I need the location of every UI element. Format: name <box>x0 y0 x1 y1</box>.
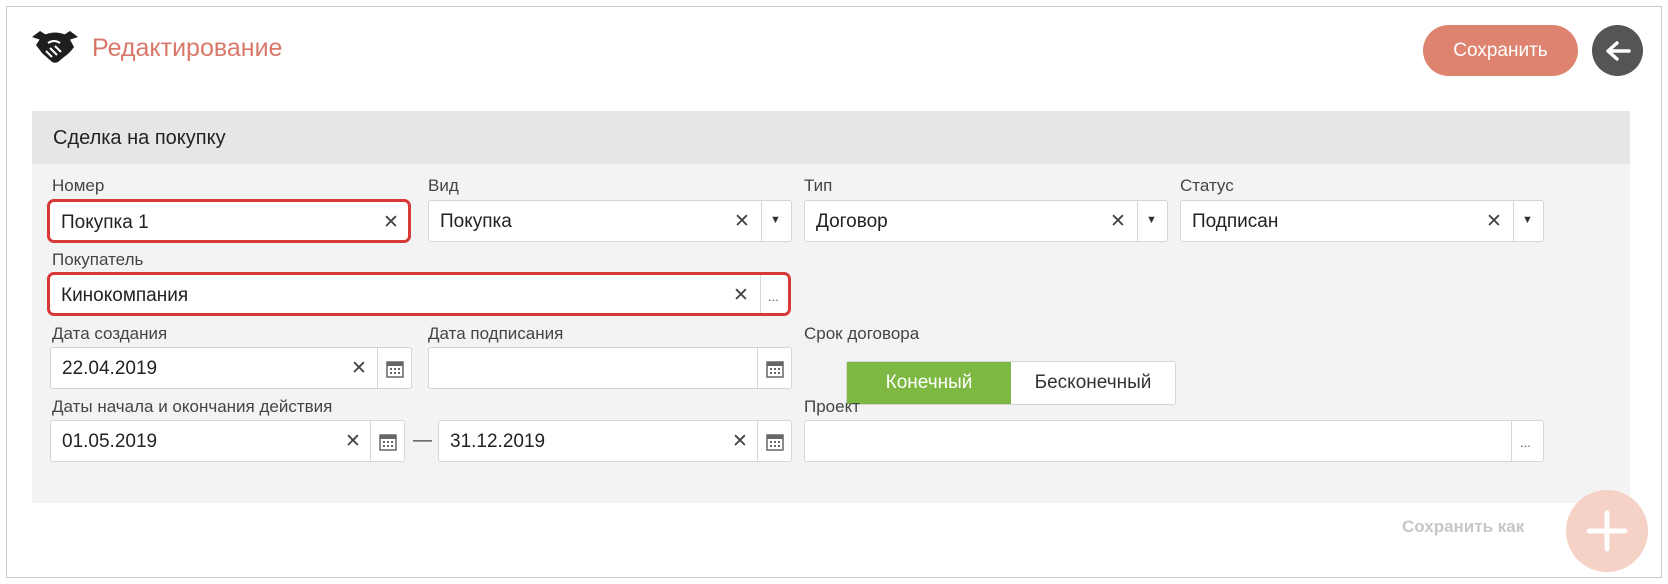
project-label: Проект <box>804 397 860 416</box>
clear-icon[interactable]: ✕ <box>732 430 748 453</box>
period-label: Даты начала и окончания действия <box>52 397 333 416</box>
status-select[interactable]: Подписан ✕ ▼ <box>1180 200 1544 242</box>
kind-select[interactable]: Покупка ✕ ▼ <box>428 200 792 242</box>
calendar-icon[interactable] <box>766 360 784 378</box>
clear-icon[interactable]: ✕ <box>383 211 399 234</box>
buyer-value: Кинокомпания <box>61 285 189 306</box>
calendar-icon[interactable] <box>379 433 397 451</box>
clear-icon[interactable]: ✕ <box>1486 210 1502 233</box>
kind-label: Вид <box>428 176 459 195</box>
more-button[interactable]: ... <box>1520 435 1531 450</box>
created-date-field[interactable]: 22.04.2019 ✕ <box>50 347 412 389</box>
divider <box>377 348 378 388</box>
signed-date-field[interactable] <box>428 347 792 389</box>
calendar-icon[interactable] <box>766 433 784 451</box>
created-date-value: 22.04.2019 <box>62 358 158 379</box>
type-label: Тип <box>804 176 833 195</box>
divider <box>1513 201 1514 241</box>
contract-term-label: Срок договора <box>804 324 920 343</box>
status-value: Подписан <box>1192 211 1279 232</box>
period-end-field[interactable]: 31.12.2019 ✕ <box>438 420 792 462</box>
number-label: Номер <box>52 176 105 195</box>
save-button[interactable]: Сохранить <box>1423 25 1578 76</box>
term-option-infinite[interactable]: Бесконечный <box>1011 362 1175 404</box>
panel-header: Сделка на покупку <box>32 111 1630 164</box>
page-title: Редактирование <box>92 34 283 62</box>
save-as-link[interactable]: Сохранить как <box>1402 517 1524 537</box>
arrow-left-icon <box>1605 40 1631 61</box>
buyer-label: Покупатель <box>52 250 144 269</box>
divider <box>757 421 758 461</box>
plus-icon <box>1586 510 1628 552</box>
clear-icon[interactable]: ✕ <box>351 357 367 380</box>
type-value: Договор <box>816 211 888 232</box>
period-start-field[interactable]: 01.05.2019 ✕ <box>50 420 405 462</box>
calendar-icon[interactable] <box>386 360 404 378</box>
panel-title: Сделка на покупку <box>53 127 226 149</box>
clear-icon[interactable]: ✕ <box>1110 210 1126 233</box>
clear-icon[interactable]: ✕ <box>733 284 749 307</box>
divider <box>760 275 761 313</box>
buyer-field[interactable]: Кинокомпания ✕ ... <box>47 272 791 316</box>
more-button[interactable]: ... <box>768 289 779 304</box>
term-option-finite[interactable]: Конечный <box>847 362 1011 404</box>
created-date-label: Дата создания <box>52 324 168 343</box>
period-end-value: 31.12.2019 <box>450 431 546 452</box>
chevron-down-icon[interactable]: ▼ <box>1146 214 1157 226</box>
divider <box>761 201 762 241</box>
project-field[interactable]: ... <box>804 420 1544 462</box>
status-label: Статус <box>1180 176 1234 195</box>
number-value: Покупка 1 <box>61 212 149 233</box>
divider <box>1137 201 1138 241</box>
clear-icon[interactable]: ✕ <box>345 430 361 453</box>
period-start-value: 01.05.2019 <box>62 431 158 452</box>
clear-icon[interactable]: ✕ <box>734 210 750 233</box>
add-button[interactable] <box>1566 490 1648 572</box>
divider <box>1511 421 1512 461</box>
type-select[interactable]: Договор ✕ ▼ <box>804 200 1168 242</box>
divider <box>757 348 758 388</box>
contract-term-toggle[interactable]: Конечный Бесконечный <box>846 361 1176 405</box>
chevron-down-icon[interactable]: ▼ <box>770 214 781 226</box>
kind-value: Покупка <box>440 211 512 232</box>
chevron-down-icon[interactable]: ▼ <box>1522 214 1533 226</box>
signed-date-label: Дата подписания <box>428 324 564 343</box>
number-field[interactable]: Покупка 1 ✕ <box>47 199 411 243</box>
divider <box>370 421 371 461</box>
back-button[interactable] <box>1592 25 1643 76</box>
period-separator: — <box>413 430 432 451</box>
handshake-icon <box>32 31 78 63</box>
